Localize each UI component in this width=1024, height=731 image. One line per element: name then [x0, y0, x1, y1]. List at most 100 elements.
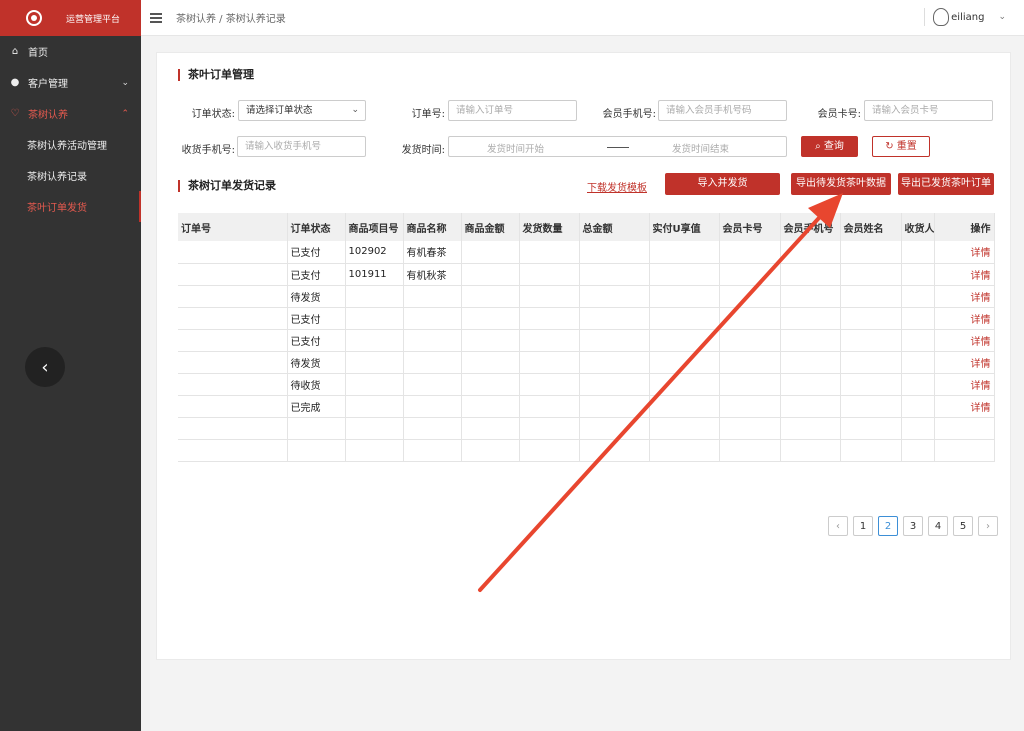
table-cell: [519, 439, 580, 462]
user-icon: ●: [10, 77, 20, 88]
export-pending-button[interactable]: 导出待发货茶叶数据: [791, 173, 891, 195]
detail-link[interactable]: 详情: [934, 351, 995, 374]
download-template-link[interactable]: 下载发货模板: [587, 179, 647, 194]
page-3-button[interactable]: 3: [903, 516, 923, 536]
table-cell: [345, 417, 404, 440]
table-cell: [178, 263, 288, 286]
breadcrumb: 茶树认养 / 茶树认养记录: [176, 14, 286, 25]
page-1-button[interactable]: 1: [853, 516, 873, 536]
table-row: [178, 417, 995, 440]
table-cell: [649, 395, 720, 418]
table-cell: [579, 329, 650, 352]
table-cell: [403, 307, 462, 330]
column-header: 会员卡号: [719, 213, 781, 241]
table-cell: [519, 263, 580, 286]
table-cell: 有机秋茶: [403, 263, 462, 286]
table-cell: [345, 395, 404, 418]
detail-link[interactable]: 详情: [934, 241, 995, 264]
reset-button[interactable]: ↻ 重置: [872, 136, 930, 157]
table-cell: [345, 329, 404, 352]
order-status-select[interactable]: 请选择订单状态 ⌄: [238, 100, 366, 121]
page-2-button[interactable]: 2: [878, 516, 898, 536]
ship-end-input[interactable]: 发货时间结束: [672, 141, 729, 155]
prev-page-button[interactable]: ‹: [828, 516, 848, 536]
order-no-input[interactable]: 请输入订单号: [448, 100, 577, 121]
table-cell: [579, 241, 650, 264]
sidebar-item-label: 客户管理: [28, 79, 68, 90]
table-cell: [579, 439, 650, 462]
table-cell: [649, 241, 720, 264]
table-row: 待收货 详情: [178, 373, 995, 396]
receiver-phone-label: 收货手机号:: [181, 145, 235, 156]
sidebar: 运营管理平台 ⌂ 首页 ● 客户管理 ⌄ ♡ 茶树认养 ⌃ 茶树认养活动管理 茶…: [0, 0, 141, 731]
table-cell: [579, 373, 650, 396]
table-cell: 已支付: [287, 263, 346, 286]
detail-link[interactable]: 详情: [934, 373, 995, 396]
table-cell: [780, 329, 841, 352]
table-cell: [649, 307, 720, 330]
table-cell: [780, 263, 841, 286]
table-cell: 待发货: [287, 285, 346, 308]
detail-link[interactable]: 详情: [934, 395, 995, 418]
table-cell: [780, 285, 841, 308]
table-cell: [901, 285, 935, 308]
detail-link[interactable]: 详情: [934, 307, 995, 330]
sidebar-subitem-activity[interactable]: 茶树认养活动管理: [0, 129, 141, 160]
sidebar-item-customers[interactable]: ● 客户管理 ⌄: [0, 67, 141, 98]
reset-label: 重置: [896, 141, 917, 152]
query-button[interactable]: ⌕ 查询: [801, 136, 858, 157]
detail-link[interactable]: 详情: [934, 329, 995, 352]
table-cell: [901, 417, 935, 440]
collapse-sidebar-button[interactable]: ‹: [25, 347, 65, 387]
table-cell: [780, 307, 841, 330]
table-cell: [345, 439, 404, 462]
ship-start-input[interactable]: 发货时间开始: [487, 141, 544, 155]
table-cell: [178, 307, 288, 330]
receiver-phone-input[interactable]: 请输入收货手机号: [237, 136, 366, 157]
order-no-label: 订单号:: [411, 109, 445, 120]
table-cell: [719, 395, 781, 418]
member-phone-input[interactable]: 请输入会员手机号码: [658, 100, 787, 121]
sidebar-subitem-tea-shipping[interactable]: 茶叶订单发货: [0, 191, 141, 222]
table-cell: [461, 351, 520, 374]
column-header: 订单号: [178, 213, 288, 241]
table-cell: 已支付: [287, 329, 346, 352]
table-cell: [719, 307, 781, 330]
table-cell: [780, 241, 841, 264]
sidebar-item-home[interactable]: ⌂ 首页: [0, 36, 141, 67]
sidebar-item-label: 茶树认养: [28, 110, 68, 121]
import-and-ship-button[interactable]: 导入并发货: [665, 173, 780, 195]
table-cell: [719, 373, 781, 396]
table-cell: [403, 351, 462, 374]
table-cell: 已完成: [287, 395, 346, 418]
next-page-button[interactable]: ›: [978, 516, 998, 536]
ship-time-range[interactable]: 发货时间开始 发货时间结束: [448, 136, 787, 157]
table-cell: [345, 307, 404, 330]
sidebar-item-tea-adoption[interactable]: ♡ 茶树认养 ⌃: [0, 98, 141, 129]
table-cell: [840, 263, 902, 286]
table-cell: [780, 351, 841, 374]
table-cell: [461, 417, 520, 440]
sidebar-subitem-records[interactable]: 茶树认养记录: [0, 160, 141, 191]
logo-bar: 运营管理平台: [0, 0, 141, 36]
table-cell: [901, 263, 935, 286]
table-row: 已支付 101911 有机秋茶 详情: [178, 263, 995, 286]
detail-link[interactable]: 详情: [934, 263, 995, 286]
table-cell: [649, 439, 720, 462]
member-card-input[interactable]: 请输入会员卡号: [864, 100, 993, 121]
page-5-button[interactable]: 5: [953, 516, 973, 536]
export-shipped-button[interactable]: 导出已发货茶叶订单: [898, 173, 994, 195]
chevron-down-icon: ⌄: [121, 77, 129, 88]
column-header: 实付U享值: [649, 213, 720, 241]
user-menu[interactable]: eiliang ⌄: [924, 8, 1006, 26]
table-cell: [780, 395, 841, 418]
table-cell: [840, 285, 902, 308]
table-cell: 已支付: [287, 241, 346, 264]
table-cell: [719, 263, 781, 286]
menu-icon[interactable]: [150, 12, 162, 23]
detail-link[interactable]: 详情: [934, 285, 995, 308]
table-cell: [780, 373, 841, 396]
divider: [924, 8, 926, 26]
table-cell: [345, 285, 404, 308]
page-4-button[interactable]: 4: [928, 516, 948, 536]
